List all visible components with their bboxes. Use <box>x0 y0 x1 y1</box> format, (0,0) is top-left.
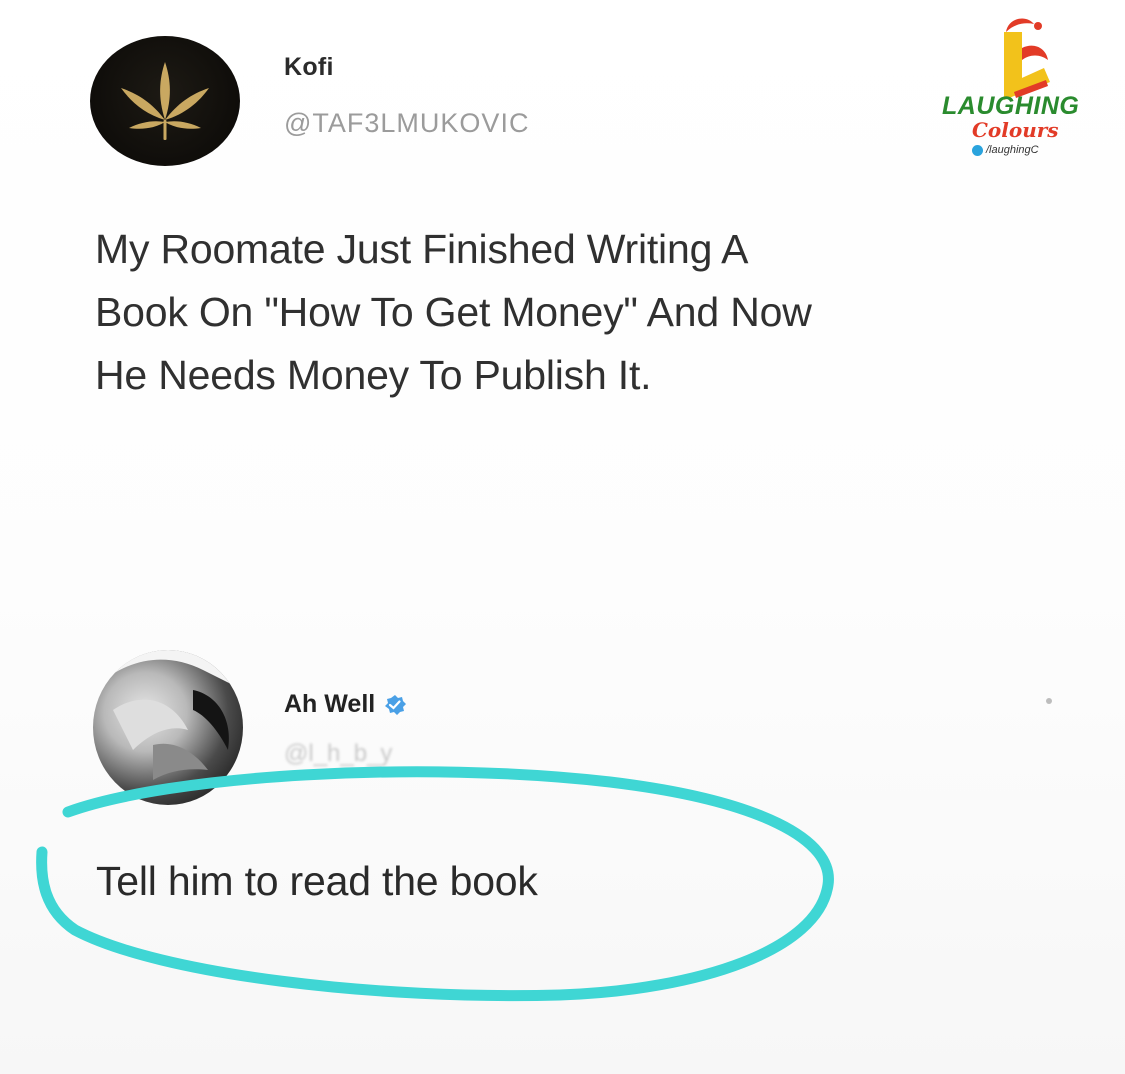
tweet-author-name[interactable]: Kofi <box>284 53 334 82</box>
telegram-icon <box>972 144 983 156</box>
more-options-dot[interactable] <box>1046 698 1052 704</box>
logo-subtitle: Colours <box>972 118 1059 142</box>
logo-handle-text: /laughingC <box>986 144 1039 156</box>
reply-author-handle-blurred: @l_h_b_y <box>284 740 393 767</box>
kofi-avatar[interactable] <box>90 36 240 166</box>
tweet-screenshot: Kofi @TAF3LMUKOVIC My Roomate Just Finis… <box>0 0 1125 1074</box>
ah-well-avatar[interactable] <box>93 650 243 805</box>
logo-handle: /laughingC <box>972 144 1039 156</box>
reply-author-name[interactable]: Ah Well <box>284 690 407 719</box>
reply-author-name-text: Ah Well <box>284 690 376 718</box>
profile-photo-icon <box>93 650 243 780</box>
verified-badge-icon <box>385 694 407 715</box>
cannabis-leaf-icon <box>121 62 209 140</box>
logo-title: LAUGHING <box>942 92 1080 120</box>
reply-body: Tell him to read the book <box>96 858 538 904</box>
tweet-body: My Roomate Just Finished Writing A Book … <box>95 226 812 398</box>
laughing-colours-logo: LAUGHING Colours /laughingC <box>938 14 1088 164</box>
tweet-author-handle[interactable]: @TAF3LMUKOVIC <box>284 108 529 139</box>
